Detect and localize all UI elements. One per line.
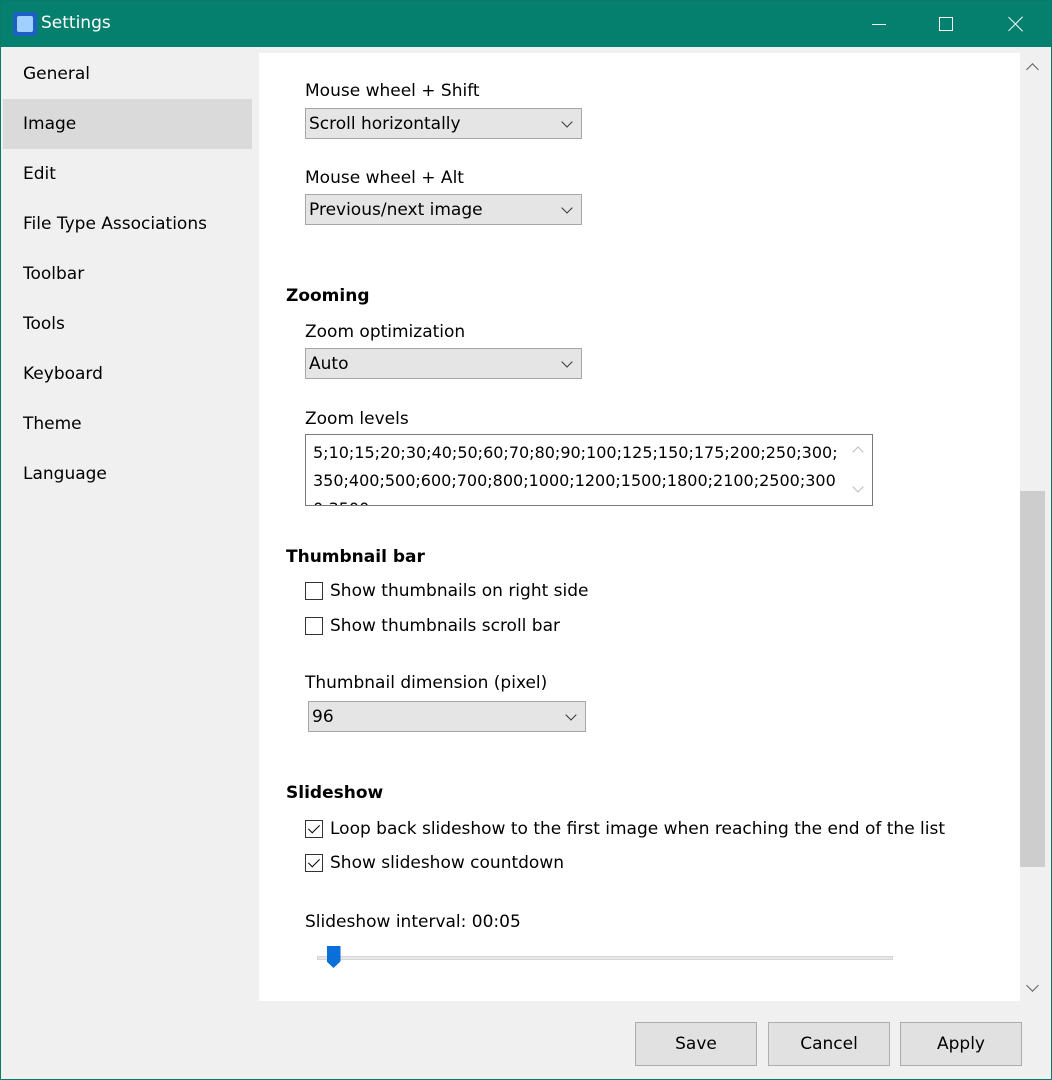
- thumbnail-dimension-dropdown[interactable]: 96: [308, 701, 586, 732]
- sidebar-item-tools[interactable]: Tools: [3, 299, 252, 349]
- minimize-button[interactable]: [844, 1, 914, 47]
- sidebar-item-label: Language: [23, 464, 107, 484]
- dropdown-value: 96: [312, 706, 334, 727]
- dropdown-value: Previous/next image: [309, 199, 483, 220]
- checkbox-label: Show thumbnails on right side: [330, 581, 589, 601]
- zoom-optimization-dropdown[interactable]: Auto: [305, 348, 582, 379]
- cancel-button[interactable]: Cancel: [768, 1022, 890, 1066]
- thumbnail-bar-heading: Thumbnail bar: [286, 547, 425, 567]
- checkbox-box[interactable]: [305, 820, 323, 838]
- chevron-down-icon: [561, 202, 573, 214]
- scrollbar-thumb[interactable]: [1020, 491, 1045, 868]
- checkbox-box[interactable]: [305, 617, 323, 635]
- settings-window: Settings General Image Edit File Type As…: [0, 0, 1052, 1080]
- chevron-up-icon[interactable]: [852, 446, 864, 458]
- sidebar-item-general[interactable]: General: [3, 49, 252, 99]
- close-button[interactable]: [981, 1, 1051, 47]
- sidebar-item-toolbar[interactable]: Toolbar: [3, 249, 252, 299]
- sidebar-item-label: File Type Associations: [23, 214, 207, 234]
- title-bar: Settings: [1, 1, 1051, 47]
- slideshow-interval-slider-thumb[interactable]: [326, 946, 341, 968]
- settings-content-pane: Mouse wheel + Shift Scroll horizontally …: [259, 53, 1020, 1001]
- mouse-wheel-alt-dropdown[interactable]: Previous/next image: [305, 194, 582, 225]
- mouse-wheel-shift-label: Mouse wheel + Shift: [305, 81, 480, 101]
- sidebar: General Image Edit File Type Association…: [1, 47, 259, 1015]
- zoom-optimization-label: Zoom optimization: [305, 322, 466, 342]
- slideshow-heading: Slideshow: [286, 783, 384, 803]
- window-title: Settings: [41, 13, 111, 33]
- mouse-wheel-shift-dropdown[interactable]: Scroll horizontally: [305, 108, 582, 139]
- sidebar-item-language[interactable]: Language: [3, 449, 252, 499]
- zooming-heading: Zooming: [286, 286, 370, 306]
- sidebar-item-edit[interactable]: Edit: [3, 149, 252, 199]
- show-thumbnails-scroll-bar-checkbox[interactable]: Show thumbnails scroll bar: [305, 614, 560, 638]
- checkbox-label: Loop back slideshow to the first image w…: [330, 819, 946, 839]
- sidebar-item-label: Image: [23, 114, 77, 134]
- chevron-down-icon: [565, 709, 577, 721]
- checkbox-box[interactable]: [305, 582, 323, 600]
- mouse-wheel-alt-label: Mouse wheel + Alt: [305, 168, 464, 188]
- content-scrollbar[interactable]: [1020, 53, 1045, 1001]
- zoom-levels-input[interactable]: 5;10;15;20;30;40;50;60;70;80;90;100;125;…: [305, 434, 873, 506]
- dropdown-value: Auto: [309, 353, 349, 374]
- show-slideshow-countdown-checkbox[interactable]: Show slideshow countdown: [305, 851, 564, 875]
- sidebar-item-keyboard[interactable]: Keyboard: [3, 349, 252, 399]
- sidebar-item-label: Theme: [23, 414, 82, 434]
- zoom-levels-value: 5;10;15;20;30;40;50;60;70;80;90;100;125;…: [313, 443, 838, 505]
- thumbnail-dimension-label: Thumbnail dimension (pixel): [305, 673, 548, 693]
- maximize-icon: [939, 17, 953, 31]
- show-thumbnails-right-side-checkbox[interactable]: Show thumbnails on right side: [305, 579, 589, 603]
- chevron-up-icon[interactable]: [1026, 63, 1039, 76]
- maximize-button[interactable]: [911, 1, 981, 47]
- chevron-down-icon[interactable]: [1026, 979, 1039, 992]
- loop-back-slideshow-checkbox[interactable]: Loop back slideshow to the first image w…: [305, 817, 945, 841]
- sidebar-item-label: Toolbar: [23, 264, 85, 284]
- save-button[interactable]: Save: [635, 1022, 757, 1066]
- checkbox-label: Show slideshow countdown: [330, 853, 564, 873]
- sidebar-item-label: Edit: [23, 164, 56, 184]
- checkbox-box[interactable]: [305, 854, 323, 872]
- chevron-down-icon: [561, 356, 573, 368]
- chevron-down-icon: [561, 116, 573, 128]
- dropdown-value: Scroll horizontally: [309, 113, 461, 134]
- sidebar-item-image[interactable]: Image: [3, 99, 252, 149]
- sidebar-item-label: Tools: [23, 314, 65, 334]
- slideshow-interval-label: Slideshow interval: 00:05: [305, 912, 521, 932]
- sidebar-item-label: Keyboard: [23, 364, 103, 384]
- close-icon: [1008, 16, 1024, 32]
- minimize-icon: [872, 23, 886, 25]
- sidebar-item-label: General: [23, 64, 90, 84]
- chevron-down-icon[interactable]: [852, 481, 864, 493]
- checkbox-label: Show thumbnails scroll bar: [330, 616, 561, 636]
- app-logo-icon: [13, 12, 37, 36]
- sidebar-item-theme[interactable]: Theme: [3, 399, 252, 449]
- app-logo-inner: [17, 16, 33, 32]
- zoom-levels-label: Zoom levels: [305, 409, 409, 429]
- apply-button[interactable]: Apply: [900, 1022, 1022, 1066]
- slideshow-interval-slider-track[interactable]: [317, 956, 893, 960]
- sidebar-item-file-type-associations[interactable]: File Type Associations: [3, 199, 252, 249]
